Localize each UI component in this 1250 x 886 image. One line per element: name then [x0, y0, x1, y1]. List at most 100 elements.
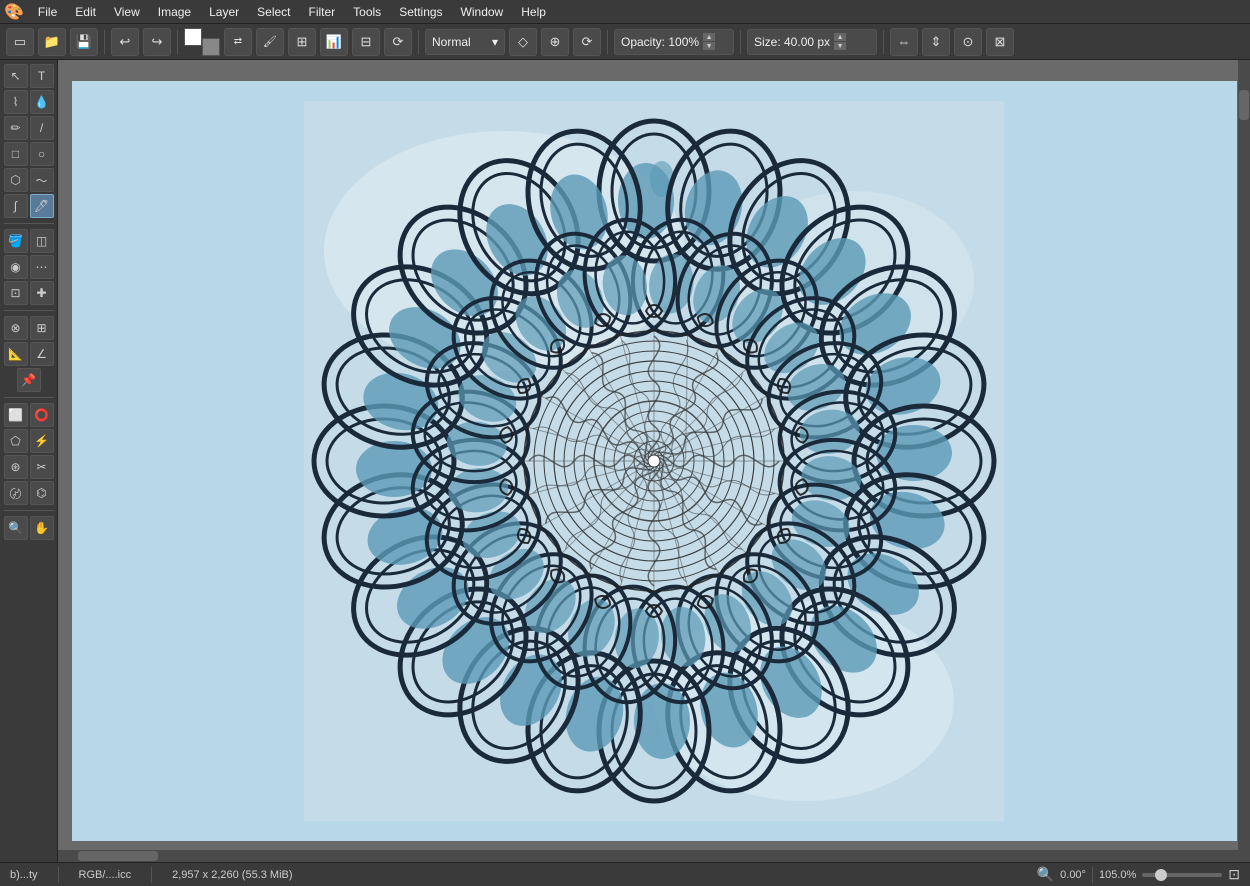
refresh-button[interactable]: ⟳ — [384, 28, 412, 56]
polygon-tool[interactable]: ⬡ — [4, 168, 28, 192]
tool-separator-4 — [4, 510, 54, 511]
tool-row-8: ◉ ⋯ — [4, 255, 54, 279]
line-tool[interactable]: / — [30, 116, 54, 140]
opacity-spinner[interactable]: ▲ ▼ — [703, 33, 715, 50]
canvas-area[interactable] — [58, 60, 1250, 862]
pan-tool[interactable]: ✋ — [30, 516, 54, 540]
transform-tool[interactable]: ⊗ — [4, 316, 28, 340]
free-select-tool[interactable]: ⬠ — [4, 429, 28, 453]
paint-bucket-tool[interactable]: 🪣 — [4, 229, 28, 253]
gradient-tool[interactable]: ◫ — [30, 229, 54, 253]
save-button[interactable]: 💾 — [70, 28, 98, 56]
smudge-tool[interactable]: ⋯ — [30, 255, 54, 279]
status-sep-1 — [58, 867, 59, 883]
opacity-up[interactable]: ▲ — [703, 33, 715, 41]
fuzzy-select-tool[interactable]: ⚡ — [30, 429, 54, 453]
canvas-container — [72, 81, 1237, 841]
zoom-fit-button[interactable]: ⊡ — [1228, 866, 1240, 883]
select-tool[interactable]: ↖ — [4, 64, 28, 88]
blur-tool[interactable]: ◉ — [4, 255, 28, 279]
menu-bar: 🎨 File Edit View Image Layer Select Filt… — [0, 0, 1250, 24]
tool-options-button[interactable]: ⊞ — [288, 28, 316, 56]
menu-layer[interactable]: Layer — [201, 3, 247, 21]
new-button[interactable]: ▭ — [6, 28, 34, 56]
pattern-button[interactable]: ⊟ — [352, 28, 380, 56]
lock-alpha-button[interactable]: ⟳ — [573, 28, 601, 56]
freehand-tool[interactable]: 〜 — [30, 168, 54, 192]
pencil-tool[interactable]: ✏ — [4, 116, 28, 140]
tool-row-13: ⬜ ⭕ — [4, 403, 54, 427]
rect-tool[interactable]: □ — [4, 142, 28, 166]
clone-tool[interactable]: ⊡ — [4, 281, 28, 305]
menu-filter[interactable]: Filter — [301, 3, 344, 21]
tool-separator-3 — [4, 397, 54, 398]
ellipse-tool[interactable]: ○ — [30, 142, 54, 166]
tool-separator-1 — [4, 223, 54, 224]
scrollbar-thumb-v[interactable] — [1239, 90, 1249, 120]
undo-button[interactable]: ↩ — [111, 28, 139, 56]
paths-select-tool[interactable]: 〄 — [4, 481, 28, 505]
flip-horiz-button[interactable]: ⇔ — [890, 28, 918, 56]
flip-vert-button[interactable]: ⇕ — [922, 28, 950, 56]
align-tool[interactable]: ⊞ — [30, 316, 54, 340]
zoom-tool[interactable]: 🔍 — [4, 516, 28, 540]
iscissors-tool[interactable]: ⌬ — [30, 481, 54, 505]
tool-row-16: 〄 ⌬ — [4, 481, 54, 505]
bezier-tool[interactable]: ∫ — [4, 194, 28, 218]
menu-file[interactable]: File — [30, 3, 65, 21]
menu-select[interactable]: Select — [249, 3, 298, 21]
color-select-tool[interactable]: ⊛ — [4, 455, 28, 479]
menu-tools[interactable]: Tools — [345, 3, 389, 21]
tool-separator-2 — [4, 310, 54, 311]
calligraphy-tool[interactable]: 🖊 — [30, 194, 54, 218]
scale-button[interactable]: ⊠ — [986, 28, 1014, 56]
scrollbar-thumb-h[interactable] — [78, 851, 158, 861]
text-tool[interactable]: T — [30, 64, 54, 88]
menu-help[interactable]: Help — [513, 3, 554, 21]
tool-row-4: □ ○ — [4, 142, 54, 166]
rect-select-tool[interactable]: ⬜ — [4, 403, 28, 427]
swap-colors-button[interactable]: ⇄ — [224, 28, 252, 56]
dimensions: 2,957 x 2,260 (55.3 MiB) — [172, 869, 292, 881]
tool-row-3: ✏ / — [4, 116, 54, 140]
menu-window[interactable]: Window — [453, 3, 512, 21]
mode-selector[interactable]: Normal ▾ — [425, 29, 505, 55]
measure-tool[interactable]: 📐 — [4, 342, 28, 366]
alpha-button[interactable]: ⊕ — [541, 28, 569, 56]
background-color[interactable] — [202, 38, 220, 56]
color-pair[interactable] — [184, 28, 220, 56]
ellipse-select-tool[interactable]: ⭕ — [30, 403, 54, 427]
size-label: Size: 40.00 px — [754, 35, 830, 49]
tool-row-5: ⬡ 〜 — [4, 168, 54, 192]
size-spinner[interactable]: ▲ ▼ — [834, 33, 846, 50]
node-tool[interactable]: ⌇ — [4, 90, 28, 114]
foreground-color[interactable] — [184, 28, 202, 46]
tool-row-11: 📐 ∠ — [4, 342, 54, 366]
zoom-slider[interactable] — [1142, 873, 1222, 877]
vertical-scrollbar[interactable] — [1238, 60, 1250, 862]
paint-dynamics-button[interactable]: 📊 — [320, 28, 348, 56]
tool-row-15: ⊛ ✂ — [4, 455, 54, 479]
open-button[interactable]: 📁 — [38, 28, 66, 56]
toolbar-separator-5 — [740, 30, 741, 54]
angle-tool[interactable]: ∠ — [30, 342, 54, 366]
menu-view[interactable]: View — [106, 3, 148, 21]
horizontal-scrollbar[interactable] — [58, 850, 1250, 862]
brush-settings-button[interactable]: 🖌 — [256, 28, 284, 56]
pin-tool[interactable]: 📌 — [17, 368, 41, 392]
menu-settings[interactable]: Settings — [391, 3, 450, 21]
opacity-field[interactable]: Opacity: 100% ▲ ▼ — [614, 29, 734, 55]
rotate-button[interactable]: ⊙ — [954, 28, 982, 56]
zoom-level: 105.0% — [1099, 869, 1136, 881]
size-down[interactable]: ▼ — [834, 42, 846, 50]
scissors-tool[interactable]: ✂ — [30, 455, 54, 479]
menu-image[interactable]: Image — [150, 3, 199, 21]
redo-button[interactable]: ↪ — [143, 28, 171, 56]
size-field[interactable]: Size: 40.00 px ▲ ▼ — [747, 29, 877, 55]
erase-button[interactable]: ◇ — [509, 28, 537, 56]
size-up[interactable]: ▲ — [834, 33, 846, 41]
opacity-down[interactable]: ▼ — [703, 42, 715, 50]
heal-tool[interactable]: ✚ — [30, 281, 54, 305]
eyedropper-tool[interactable]: 💧 — [30, 90, 54, 114]
menu-edit[interactable]: Edit — [67, 3, 104, 21]
